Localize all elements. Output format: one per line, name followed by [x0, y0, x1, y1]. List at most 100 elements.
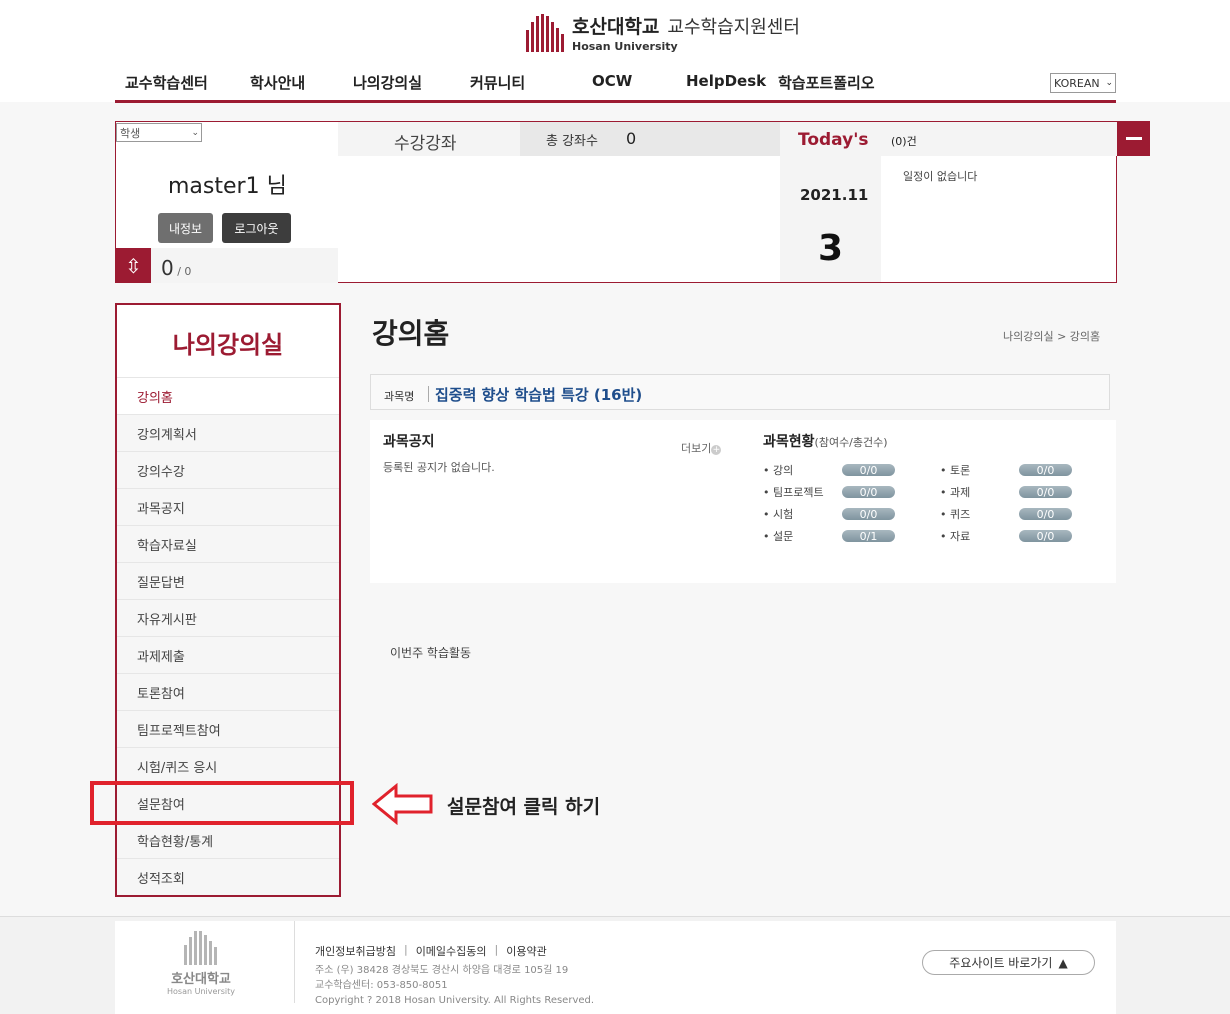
nav-item-my-classroom[interactable]: 나의강의실 — [353, 72, 422, 93]
role-select[interactable]: 학생 ⌄ — [116, 123, 202, 142]
language-select[interactable]: KOREAN ⌄ — [1050, 73, 1116, 93]
related-sites-label: 주요사이트 바로가기 — [949, 956, 1053, 970]
schedule-empty-text: 일정이 없습니다 — [903, 170, 978, 183]
divider — [294, 921, 295, 1003]
stat-assignment[interactable]: • 과제 0/0 — [940, 485, 1072, 499]
footer-inner: 호산대학교 Hosan University 개인정보취급방침 | 이메일수집동… — [115, 921, 1116, 1014]
stat-discussion[interactable]: • 토론 0/0 — [940, 463, 1072, 477]
site-header: 호산대학교 교수학습지원센터 Hosan University 교수학습센터 학… — [0, 0, 1230, 102]
message-strip: ⇳ 0 / 0 — [116, 248, 338, 283]
weekly-activity-title: 이번주 학습활동 — [390, 646, 472, 660]
separator: | — [494, 943, 499, 956]
today-column: Today's 2021.11 3 — [780, 122, 881, 282]
sidebar-item-course-home[interactable]: 강의홈 — [117, 377, 339, 414]
stat-value: 0/0 — [1019, 464, 1072, 477]
footer-logo-kr: 호산대학교 — [171, 972, 231, 987]
chevron-down-icon: ⌄ — [191, 127, 199, 138]
sidebar-title: 나의강의실 — [172, 331, 284, 359]
sidebar-item-team-project[interactable]: 팀프로젝트참여 — [117, 710, 339, 747]
notice-more-link[interactable]: 더보기+ — [681, 440, 722, 456]
stat-label: • 설문 — [763, 530, 794, 543]
main-nav: 교수학습센터 학사안내 나의강의실 커뮤니티 OCW HelpDesk 학습포트… — [115, 66, 1116, 100]
today-year-month: 2021.11 — [800, 186, 869, 204]
course-summary-panel: 과목공지 더보기+ 등록된 공지가 없습니다. 과목현황(참여수/총건수) • … — [370, 420, 1116, 583]
footer-links: 개인정보취급방침 | 이메일수집동의 | 이용약관 — [315, 943, 547, 959]
nav-item-portfolio[interactable]: 학습포트폴리오 — [778, 72, 875, 93]
sidebar-item-lectures[interactable]: 강의수강 — [117, 451, 339, 488]
course-name: 집중력 향상 학습법 특강 (16반) — [435, 386, 643, 404]
course-count-box: 총 강좌수 0 — [520, 122, 780, 156]
total-courses-value: 0 — [626, 129, 637, 148]
today-label: Today's — [798, 130, 869, 150]
sidebar-item-exam-quiz[interactable]: 시험/퀴즈 응시 — [117, 747, 339, 784]
stat-value: 0/0 — [842, 486, 895, 499]
sidebar-item-materials[interactable]: 학습자료실 — [117, 525, 339, 562]
stat-label: • 강의 — [763, 464, 794, 477]
today-day: 3 — [818, 228, 844, 269]
logo-english-name: Hosan University — [572, 40, 678, 53]
logo-university-name: 호산대학교 — [572, 16, 660, 38]
course-header: 수강강좌 총 강좌수 0 — [338, 122, 780, 156]
language-value: KOREAN — [1054, 76, 1100, 90]
university-logo-icon — [526, 13, 564, 52]
sidebar-item-free-board[interactable]: 자유게시판 — [117, 599, 339, 636]
privacy-policy-link[interactable]: 개인정보취급방침 — [315, 943, 396, 959]
message-count: 0 / 0 — [161, 256, 192, 280]
stat-label: • 토론 — [940, 464, 971, 477]
logout-button[interactable]: 로그아웃 — [222, 213, 291, 243]
stat-value: 0/0 — [1019, 530, 1072, 543]
logo-center-name: 교수학습지원센터 — [667, 17, 800, 38]
nav-item-academic[interactable]: 학사안내 — [250, 72, 305, 93]
collapse-button[interactable] — [1117, 121, 1150, 156]
stat-value: 0/0 — [1019, 508, 1072, 521]
course-title: 수강강좌 — [394, 134, 457, 154]
nav-item-ocw[interactable]: OCW — [592, 72, 632, 90]
related-sites-button[interactable]: 주요사이트 바로가기 ▲ — [922, 950, 1095, 975]
email-policy-link[interactable]: 이메일수집동의 — [416, 943, 487, 959]
site-logo[interactable]: 호산대학교 교수학습지원센터 Hosan University — [526, 12, 800, 53]
sidebar-item-syllabus[interactable]: 강의계획서 — [117, 414, 339, 451]
total-courses-label: 총 강좌수 — [546, 134, 598, 149]
my-info-button[interactable]: 내정보 — [158, 213, 213, 243]
sidebar-item-assignments[interactable]: 과제제출 — [117, 636, 339, 673]
nav-item-center[interactable]: 교수학습센터 — [125, 72, 208, 93]
schedule-count: (0)건 — [891, 135, 917, 148]
sidebar-item-discussion[interactable]: 토론참여 — [117, 673, 339, 710]
minus-icon — [1125, 137, 1142, 140]
course-name-bar: 과목명 집중력 향상 학습법 특강 (16반) — [370, 374, 1110, 410]
stat-value: 0/1 — [842, 530, 895, 543]
stat-label: • 과제 — [940, 486, 971, 499]
stat-team-project[interactable]: • 팀프로젝트 0/0 — [763, 485, 895, 499]
terms-link[interactable]: 이용약관 — [506, 943, 546, 959]
stat-exam[interactable]: • 시험 0/0 — [763, 507, 895, 521]
left-arrow-icon — [372, 783, 433, 825]
sidebar-item-qna[interactable]: 질문답변 — [117, 562, 339, 599]
status-title: 과목현황(참여수/총건수) — [763, 434, 888, 450]
sidebar-item-notices[interactable]: 과목공지 — [117, 488, 339, 525]
stat-label: • 팀프로젝트 — [763, 486, 824, 499]
schedule-header: (0)건 — [881, 122, 1117, 156]
footer-logo: 호산대학교 Hosan University — [167, 931, 235, 996]
nav-item-community[interactable]: 커뮤니티 — [470, 72, 525, 93]
user-info-box: 학생 ⌄ master1 님 내정보 로그아웃 ⇳ 0 / 0 수강강좌 총 강… — [115, 121, 1117, 283]
stat-label: • 자료 — [940, 530, 971, 543]
stat-label: • 시험 — [763, 508, 794, 521]
survey-highlight-box — [90, 781, 354, 825]
stat-survey[interactable]: • 설문 0/1 — [763, 529, 895, 543]
nav-item-helpdesk[interactable]: HelpDesk — [686, 72, 766, 90]
footer-address: 주소 (우) 38428 경상북도 경산시 하양읍 대경로 105길 19 교수… — [315, 963, 594, 1008]
stat-value: 0/0 — [1019, 486, 1072, 499]
university-logo-icon — [184, 931, 218, 965]
stat-value: 0/0 — [842, 508, 895, 521]
plus-icon: + — [711, 445, 722, 455]
stat-quiz[interactable]: • 퀴즈 0/0 — [940, 507, 1072, 521]
phone-text: 교수학습센터: 053-850-8051 — [315, 980, 448, 991]
sidebar-item-statistics[interactable]: 학습현황/통계 — [117, 821, 339, 858]
stat-lecture[interactable]: • 강의 0/0 — [763, 463, 895, 477]
breadcrumb: 나의강의실 > 강의홈 — [1003, 330, 1101, 343]
sidebar-item-grades[interactable]: 성적조회 — [117, 858, 339, 895]
notice-empty-text: 등록된 공지가 없습니다. — [383, 461, 495, 474]
nav-underline — [115, 100, 1116, 103]
message-icon[interactable]: ⇳ — [116, 248, 151, 283]
stat-materials[interactable]: • 자료 0/0 — [940, 529, 1072, 543]
